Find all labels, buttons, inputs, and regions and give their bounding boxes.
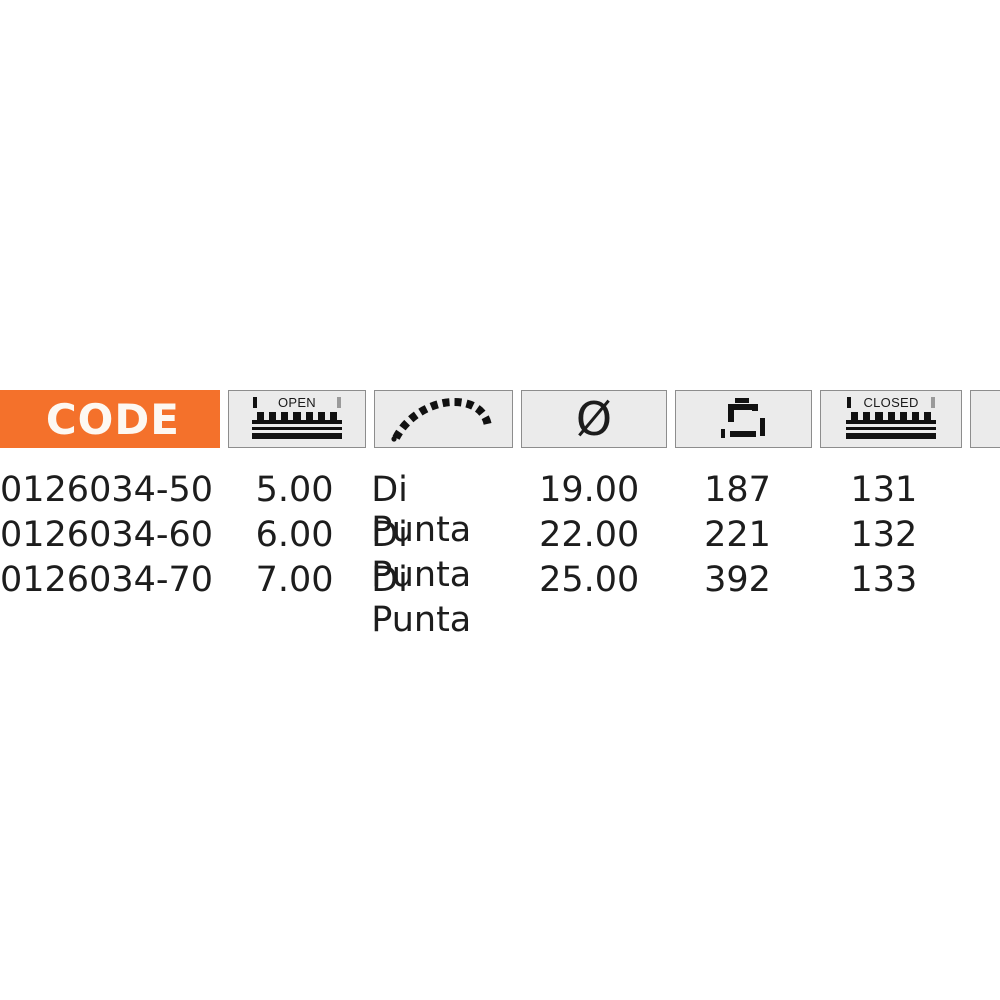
cell-closed-text: 132 xyxy=(850,515,918,555)
caliper-closed-jaw-left xyxy=(847,397,852,408)
caliper-open-label: OPEN xyxy=(277,395,316,410)
caliper-open-jaw-left xyxy=(252,397,257,408)
cell-code: 0126034-50 xyxy=(0,468,218,513)
cell-code: 0126034-60 xyxy=(0,513,218,558)
caliper-open-bar-thick xyxy=(251,433,342,439)
cell-length-text: 221 xyxy=(704,515,771,555)
caliper-closed-bar-thick xyxy=(846,433,937,439)
cell-length-text: 392 xyxy=(704,560,771,600)
specification-table: CODE OPEN Ø CLOSED 0126034-50 5.00 Di Pu… xyxy=(0,390,1000,640)
cell-diameter: 25.00 xyxy=(517,558,662,603)
caliper-closed-bar-thin xyxy=(846,427,937,430)
cell-open-text: 6.00 xyxy=(255,515,334,555)
cell-length: 187 xyxy=(670,468,805,513)
header-cell-open[interactable]: OPEN xyxy=(227,390,367,448)
cell-diameter-text: 22.00 xyxy=(539,515,640,555)
caliper-closed-teeth xyxy=(846,412,937,420)
cell-code-text: 0126034-60 xyxy=(0,515,214,555)
cell-closed-text: 133 xyxy=(850,560,918,600)
header-cell-length[interactable] xyxy=(675,390,812,448)
cell-partial xyxy=(963,546,992,591)
caliper-open-bar-thin xyxy=(251,427,342,430)
cell-length-text: 187 xyxy=(704,470,771,510)
header-cell-tip-type[interactable] xyxy=(374,390,513,448)
clamp-dimension-icon xyxy=(720,398,765,438)
cell-code-text: 0126034-70 xyxy=(0,560,214,600)
cell-closed: 132 xyxy=(813,513,954,558)
cell-closed: 133 xyxy=(813,558,954,603)
caliper-open-teeth xyxy=(251,412,342,420)
cell-partial xyxy=(963,501,992,546)
table-row[interactable]: 0126034-50 5.00 Di Punta 19.00 187 131 xyxy=(0,456,1000,550)
cell-length: 221 xyxy=(670,513,805,558)
cell-diameter-text: 25.00 xyxy=(539,560,640,600)
cell-length: 392 xyxy=(670,558,805,603)
cell-code-text: 0126034-50 xyxy=(0,470,214,510)
curved-tip-icon xyxy=(390,397,492,442)
caliper-closed-jaw-right xyxy=(931,397,936,408)
cell-open-text: 5.00 xyxy=(255,470,334,510)
cell-diameter: 19.00 xyxy=(517,468,662,513)
cell-diameter: 22.00 xyxy=(517,513,662,558)
cell-closed-text: 131 xyxy=(850,470,918,510)
table-header-row: CODE OPEN Ø CLOSED xyxy=(0,390,1000,450)
header-cell-code[interactable]: CODE xyxy=(0,390,220,448)
cell-closed: 131 xyxy=(813,468,954,513)
cell-type-text: Di Punta xyxy=(371,560,472,640)
cell-open: 7.00 xyxy=(226,558,363,603)
cell-code: 0126034-70 xyxy=(0,558,218,603)
cell-open-text: 7.00 xyxy=(255,560,334,600)
header-cell-diameter[interactable]: Ø xyxy=(520,390,668,448)
header-label-code: CODE xyxy=(45,394,180,444)
cell-open: 6.00 xyxy=(226,513,363,558)
header-cell-closed[interactable]: CLOSED xyxy=(819,390,963,448)
table-body: 0126034-50 5.00 Di Punta 19.00 187 131 0… xyxy=(0,456,1000,640)
cell-diameter-text: 19.00 xyxy=(539,470,640,510)
cell-open: 5.00 xyxy=(226,468,363,513)
header-cell-partial[interactable] xyxy=(970,390,1000,448)
caliper-open-jaw-right xyxy=(336,397,341,408)
cell-type: Di Punta xyxy=(371,560,508,640)
caliper-closed-label: CLOSED xyxy=(863,395,919,410)
caliper-closed-icon: CLOSED xyxy=(838,395,944,442)
caliper-open-icon: OPEN xyxy=(244,395,350,442)
diameter-icon: Ø xyxy=(575,392,613,446)
cell-partial xyxy=(963,456,992,501)
